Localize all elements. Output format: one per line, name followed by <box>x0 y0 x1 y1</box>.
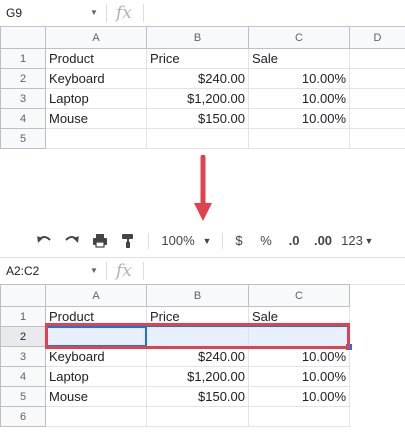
table-row: 1 Product Price Sale <box>0 306 350 327</box>
cell[interactable]: Keyboard <box>45 346 147 367</box>
formula-bar-after: A2:C2 ▼ fx <box>0 257 405 285</box>
cell[interactable]: $150.00 <box>146 386 249 407</box>
cell[interactable] <box>248 128 350 149</box>
table-row: 3 Keyboard $240.00 10.00% <box>0 346 350 367</box>
cell[interactable] <box>146 406 249 427</box>
cell[interactable]: 10.00% <box>248 88 350 109</box>
table-row: 5 <box>0 128 405 149</box>
cell[interactable]: 10.00% <box>248 386 350 407</box>
cell[interactable] <box>45 326 147 347</box>
cell[interactable] <box>248 406 350 427</box>
divider <box>143 4 144 22</box>
print-icon[interactable] <box>89 227 111 255</box>
fill-handle[interactable] <box>345 343 353 351</box>
cell[interactable] <box>349 128 405 149</box>
divider <box>222 233 223 249</box>
zoom-select[interactable]: 100% <box>158 227 198 255</box>
cell[interactable] <box>349 48 405 69</box>
cell[interactable]: 10.00% <box>248 108 350 129</box>
row-header[interactable]: 4 <box>0 366 46 387</box>
table-row: 4 Mouse $150.00 10.00% <box>0 108 405 129</box>
cell[interactable]: Sale <box>248 48 350 69</box>
select-all-corner[interactable] <box>0 284 46 307</box>
column-header-a[interactable]: A <box>45 26 147 49</box>
cell[interactable] <box>45 406 147 427</box>
redo-icon[interactable] <box>61 227 83 255</box>
down-arrow-icon <box>193 154 213 225</box>
row-header[interactable]: 3 <box>0 88 46 109</box>
table-row: 5 Mouse $150.00 10.00% <box>0 386 350 407</box>
column-header-b[interactable]: B <box>146 26 249 49</box>
table-row-inserted: 2 <box>0 326 350 347</box>
cell[interactable] <box>349 108 405 129</box>
divider <box>143 262 144 280</box>
divider <box>148 233 149 249</box>
cell[interactable]: Mouse <box>45 108 147 129</box>
cell[interactable]: $1,200.00 <box>146 366 249 387</box>
row-header[interactable]: 1 <box>0 306 46 327</box>
row-header[interactable]: 5 <box>0 128 46 149</box>
percent-format-button[interactable]: % <box>257 227 275 255</box>
cell[interactable]: Product <box>45 48 147 69</box>
column-header-c[interactable]: C <box>248 284 350 307</box>
cell[interactable]: Price <box>146 306 249 327</box>
cell[interactable]: Price <box>146 48 249 69</box>
caret-down-icon[interactable]: ▼ <box>200 227 214 255</box>
table-row: 1 Product Price Sale <box>0 48 405 69</box>
row-header[interactable]: 2 <box>0 68 46 89</box>
currency-format-button[interactable]: $ <box>230 227 248 255</box>
cell[interactable]: Sale <box>248 306 350 327</box>
sheet-grid-after: A B C 1 Product Price Sale 2 3 Keyboard … <box>0 284 350 427</box>
caret-down-icon[interactable]: ▼ <box>364 227 374 255</box>
caret-down-icon[interactable]: ▼ <box>88 0 100 26</box>
fx-icon: fx <box>116 261 132 281</box>
cell[interactable]: Keyboard <box>45 68 147 89</box>
cell[interactable] <box>45 128 147 149</box>
paint-format-icon[interactable] <box>117 227 139 255</box>
cell[interactable]: 10.00% <box>248 68 350 89</box>
column-header-b[interactable]: B <box>146 284 249 307</box>
cell[interactable] <box>349 68 405 89</box>
cell[interactable] <box>248 326 350 347</box>
row-header[interactable]: 3 <box>0 346 46 367</box>
fx-icon: fx <box>116 3 132 23</box>
cell[interactable]: Mouse <box>45 386 147 407</box>
column-header-c[interactable]: C <box>248 26 350 49</box>
column-header-d[interactable]: D <box>349 26 405 49</box>
cell[interactable]: Laptop <box>45 366 147 387</box>
divider <box>106 4 107 22</box>
table-row: 3 Laptop $1,200.00 10.00% <box>0 88 405 109</box>
more-formats-button[interactable]: 123 <box>339 227 365 255</box>
cell[interactable]: $240.00 <box>146 346 249 367</box>
table-row: 2 Keyboard $240.00 10.00% <box>0 68 405 89</box>
row-header[interactable]: 5 <box>0 386 46 407</box>
cell[interactable]: $1,200.00 <box>146 88 249 109</box>
cell[interactable] <box>349 88 405 109</box>
select-all-corner[interactable] <box>0 26 46 49</box>
row-header[interactable]: 1 <box>0 48 46 69</box>
cell[interactable]: 10.00% <box>248 346 350 367</box>
sheet-grid-before: A B C D 1 Product Price Sale 2 Keyboard … <box>0 26 405 149</box>
cell[interactable]: 10.00% <box>248 366 350 387</box>
decrease-decimal-button[interactable]: .0 <box>283 227 305 255</box>
table-row: 4 Laptop $1,200.00 10.00% <box>0 366 350 387</box>
cell[interactable]: $240.00 <box>146 68 249 89</box>
divider <box>106 262 107 280</box>
row-header[interactable]: 4 <box>0 108 46 129</box>
cell[interactable]: $150.00 <box>146 108 249 129</box>
cell[interactable] <box>146 128 249 149</box>
table-row: 6 <box>0 406 350 427</box>
row-header[interactable]: 6 <box>0 406 46 427</box>
cell[interactable]: Laptop <box>45 88 147 109</box>
caret-down-icon[interactable]: ▼ <box>88 258 100 284</box>
formula-bar-before: G9 ▼ fx <box>0 0 405 27</box>
row-header[interactable]: 2 <box>0 326 46 347</box>
increase-decimal-button[interactable]: .00 <box>311 227 335 255</box>
undo-icon[interactable] <box>33 227 55 255</box>
toolbar: 100% ▼ $ % .0 .00 123 ▼ <box>0 227 405 255</box>
cell[interactable] <box>146 326 249 347</box>
column-header-a[interactable]: A <box>45 284 147 307</box>
cell[interactable]: Product <box>45 306 147 327</box>
